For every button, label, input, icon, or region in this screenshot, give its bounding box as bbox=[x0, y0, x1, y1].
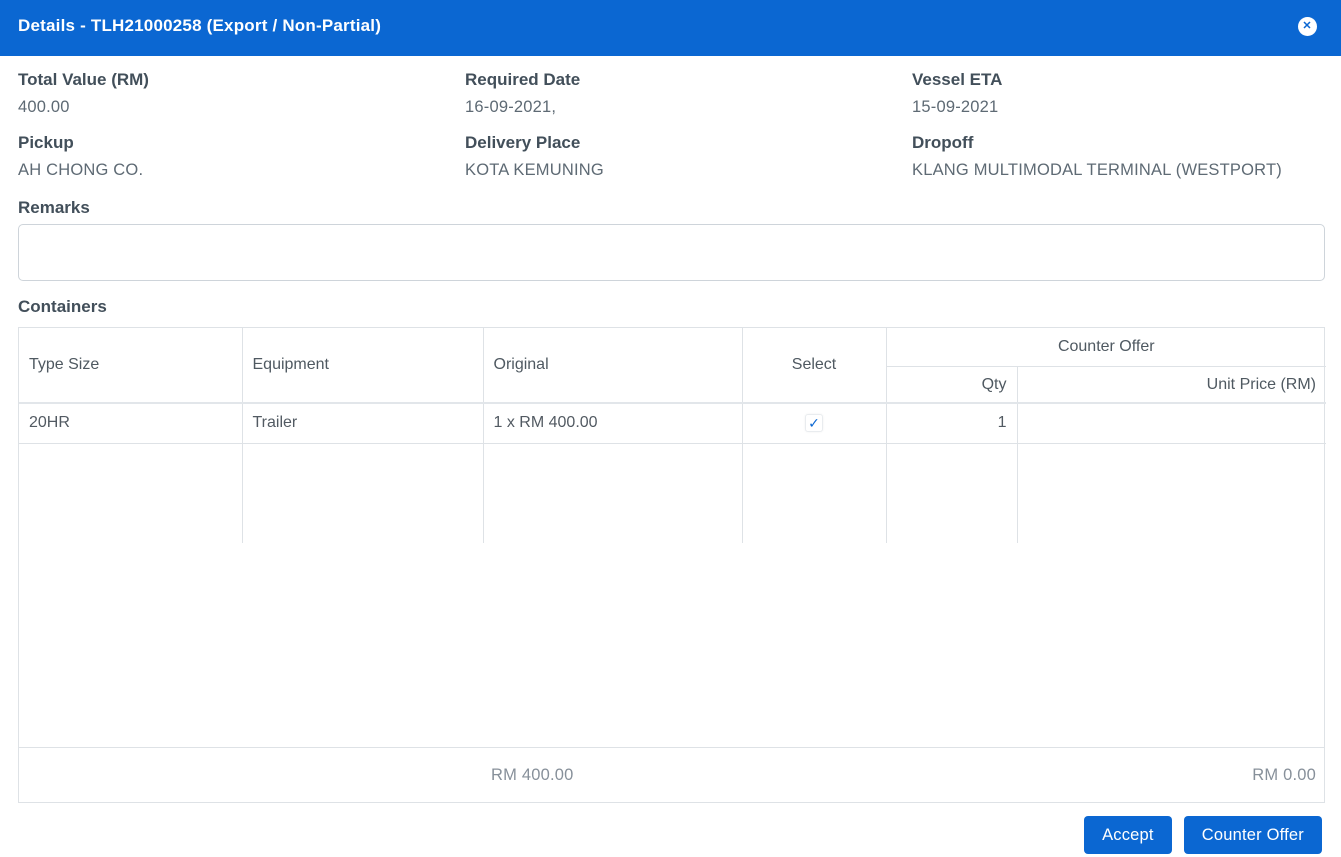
delivery-place-label: Delivery Place bbox=[465, 133, 581, 152]
containers-heading: Containers bbox=[18, 297, 107, 316]
col-header-select: Select bbox=[742, 328, 887, 404]
field-delivery-place: Delivery Place KOTA KEMUNING bbox=[465, 133, 912, 180]
empty-row bbox=[19, 443, 1326, 543]
field-pickup: Pickup AH CHONG CO. bbox=[18, 133, 465, 180]
original-total: RM 400.00 bbox=[491, 765, 574, 784]
table-header: Type Size Equipment Original Select Coun… bbox=[19, 328, 1327, 404]
cell-select: ✓ bbox=[742, 403, 887, 444]
info-section: Total Value (RM) 400.00 Required Date 16… bbox=[0, 56, 1341, 196]
counter-offer-total: RM 0.00 bbox=[1252, 765, 1316, 784]
cell-unit-price bbox=[1017, 403, 1327, 444]
total-value: 400.00 bbox=[18, 98, 70, 116]
pickup: AH CHONG CO. bbox=[18, 161, 144, 179]
field-total-value: Total Value (RM) 400.00 bbox=[18, 70, 465, 117]
col-header-original: Original bbox=[483, 328, 743, 404]
containers-grid: Type Size Equipment Original Select Coun… bbox=[19, 328, 1327, 543]
modal-header: Details - TLH21000258 (Export / Non-Part… bbox=[0, 0, 1341, 56]
dropoff-label: Dropoff bbox=[912, 133, 974, 152]
counter-offer-button[interactable]: Counter Offer bbox=[1183, 816, 1322, 854]
containers-table: Type Size Equipment Original Select Coun… bbox=[18, 327, 1327, 803]
field-dropoff: Dropoff KLANG MULTIMODAL TERMINAL (WESTP… bbox=[912, 133, 1325, 180]
accept-button[interactable]: Accept bbox=[1084, 816, 1172, 854]
cell-qty: 1 bbox=[886, 403, 1018, 444]
cell-type-size: 20HR bbox=[19, 403, 243, 444]
vessel-eta: 15-09-2021 bbox=[912, 98, 999, 116]
remarks-label: Remarks bbox=[18, 198, 90, 217]
details-modal: Details - TLH21000258 (Export / Non-Part… bbox=[0, 0, 1341, 854]
col-header-unit-price: Unit Price (RM) bbox=[1017, 366, 1327, 404]
pickup-label: Pickup bbox=[18, 133, 74, 152]
remarks-section: Remarks Containers bbox=[0, 198, 1341, 317]
container-row: 20HR Trailer 1 x RM 400.00 ✓ 1 bbox=[19, 403, 1327, 444]
col-header-equipment: Equipment bbox=[242, 328, 484, 404]
col-header-qty: Qty bbox=[886, 366, 1018, 404]
col-header-type-size: Type Size bbox=[19, 328, 243, 404]
cell-equipment: Trailer bbox=[242, 403, 484, 444]
total-value-label: Total Value (RM) bbox=[18, 70, 149, 89]
close-button[interactable]: ✕ bbox=[1297, 16, 1317, 36]
modal-title: Details - TLH21000258 (Export / Non-Part… bbox=[18, 16, 382, 35]
dropoff: KLANG MULTIMODAL TERMINAL (WESTPORT) bbox=[912, 161, 1282, 179]
table-empty-area bbox=[19, 542, 1324, 747]
field-required-date: Required Date 16-09-2021, bbox=[465, 70, 912, 117]
delivery-place: KOTA KEMUNING bbox=[465, 161, 604, 179]
required-date-label: Required Date bbox=[465, 70, 581, 89]
action-bar: Accept Counter Offer bbox=[0, 816, 1322, 854]
required-date: 16-09-2021, bbox=[465, 98, 557, 116]
row-select-checkbox[interactable]: ✓ bbox=[805, 413, 823, 432]
col-header-counter-offer: Counter Offer bbox=[886, 328, 1327, 367]
table-footer: RM 400.00 RM 0.00 bbox=[19, 747, 1324, 802]
remarks-input[interactable] bbox=[18, 224, 1325, 281]
check-icon: ✓ bbox=[808, 414, 820, 431]
close-icon: ✕ bbox=[1297, 16, 1317, 36]
cell-original: 1 x RM 400.00 bbox=[483, 403, 743, 444]
vessel-eta-label: Vessel ETA bbox=[912, 70, 1003, 89]
field-vessel-eta: Vessel ETA 15-09-2021 bbox=[912, 70, 1325, 117]
